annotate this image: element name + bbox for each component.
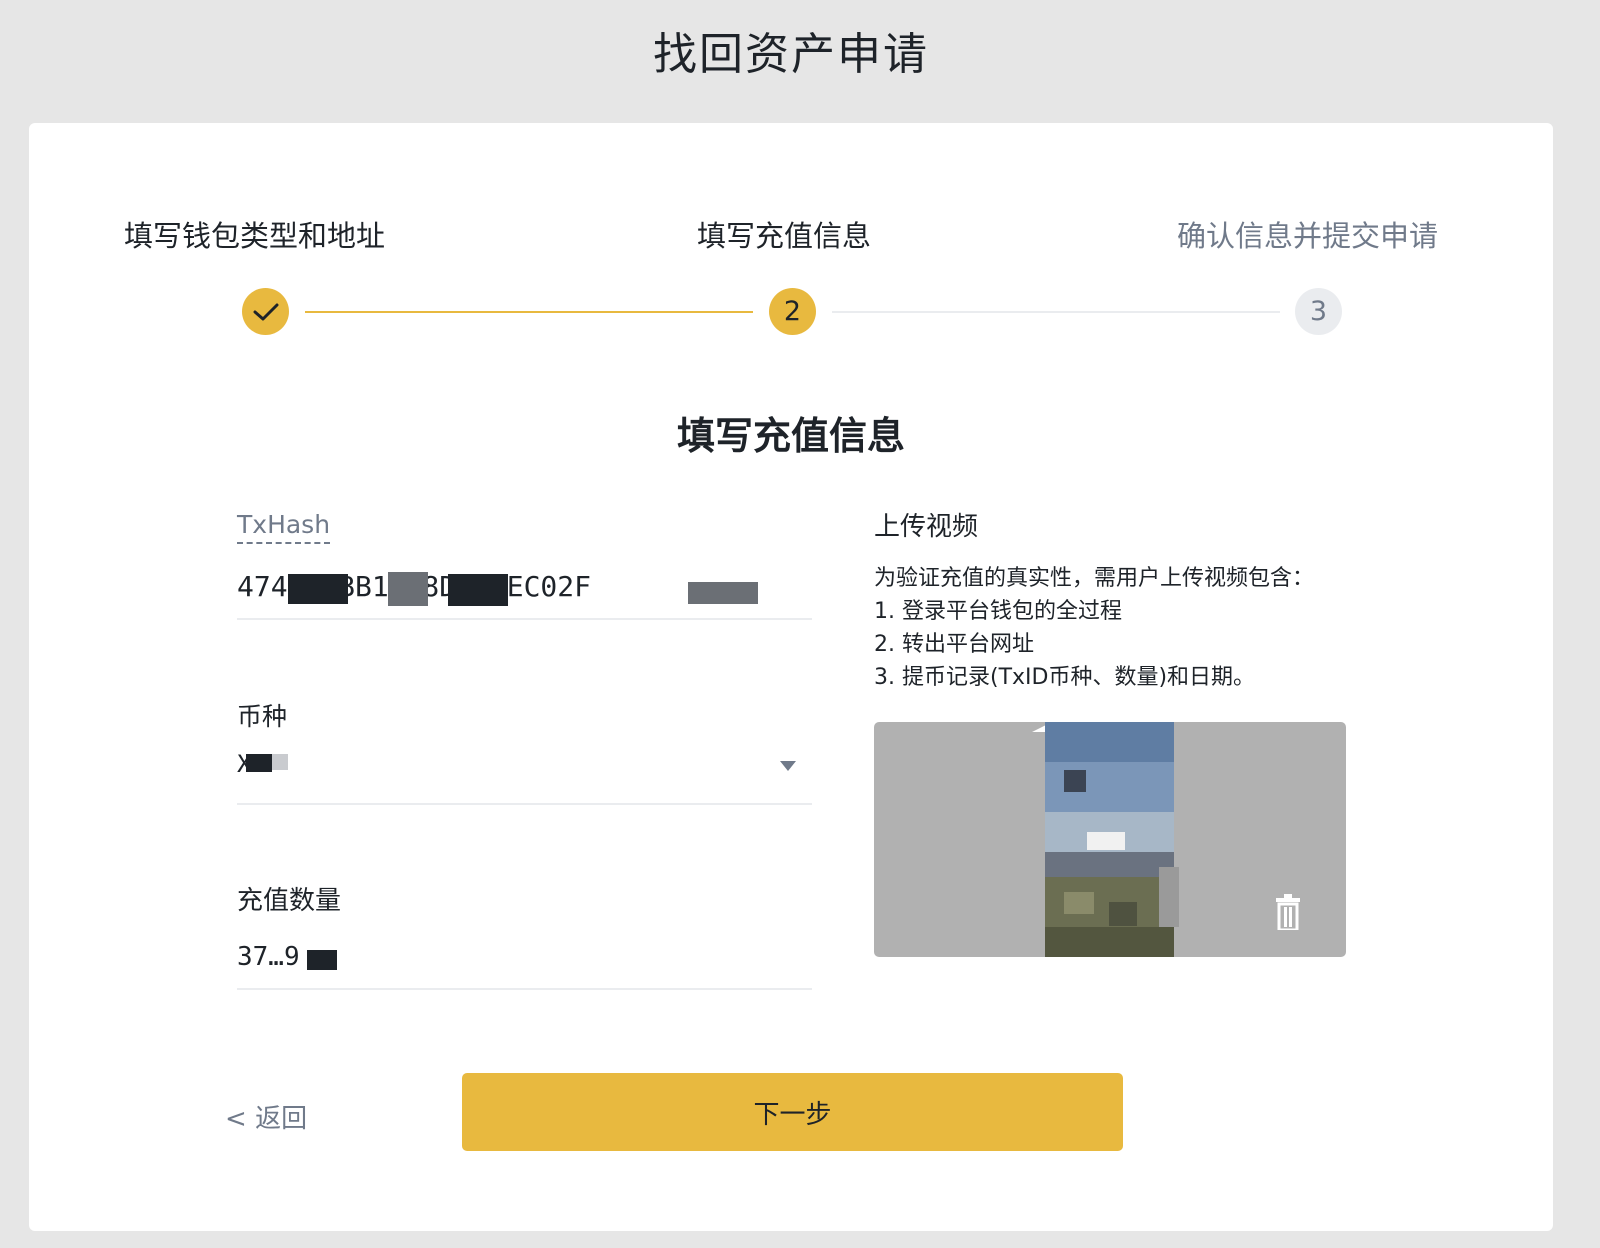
- section-title: 填写充值信息: [676, 414, 905, 458]
- amount-label: 充值数量: [237, 886, 342, 916]
- redaction-block: [448, 574, 508, 606]
- caret-down-icon[interactable]: [779, 760, 797, 772]
- redaction-block: [272, 754, 288, 770]
- redaction-block: [388, 572, 428, 606]
- coin-underline: [237, 803, 812, 805]
- trash-icon[interactable]: [1276, 894, 1300, 930]
- upload-video-title: 上传视频: [874, 512, 979, 542]
- step-3-label: 确认信息并提交申请: [1177, 219, 1439, 253]
- txhash-underline: [237, 618, 812, 620]
- page-title: 找回资产申请: [653, 29, 929, 80]
- back-label: 返回: [255, 1104, 308, 1134]
- txhash-label: TxHash: [237, 510, 331, 544]
- step-2-marker: 2: [769, 288, 816, 335]
- chevron-left-icon: <: [225, 1104, 256, 1134]
- step-connector-2: [832, 311, 1280, 313]
- redaction-block: [688, 582, 758, 604]
- step-2-label: 填写充值信息: [697, 219, 872, 253]
- check-icon: [253, 303, 278, 320]
- back-link[interactable]: < 返回: [225, 1098, 307, 1135]
- step-connector-1: [305, 311, 753, 313]
- redaction-block: [288, 574, 348, 604]
- next-step-button[interactable]: 下一步: [462, 1073, 1123, 1151]
- coin-select[interactable]: XRP: [237, 750, 757, 786]
- step-1-done-marker: [242, 288, 289, 335]
- amount-underline: [237, 988, 812, 990]
- upload-instruction-2: 2. 转出平台网址: [874, 632, 1034, 657]
- step-1-label: 填写钱包类型和地址: [124, 219, 386, 253]
- uploaded-video-preview[interactable]: [874, 722, 1346, 957]
- redaction-block: [307, 950, 337, 970]
- redaction-block: [246, 754, 272, 772]
- step-3-marker: 3: [1295, 288, 1342, 335]
- upload-instruction-3: 3. 提币记录(TxID币种、数量)和日期。: [874, 665, 1256, 690]
- upload-instruction-1: 1. 登录平台钱包的全过程: [874, 599, 1122, 624]
- upload-instruction-intro: 为验证充值的真实性，需用户上传视频包含：: [874, 566, 1315, 591]
- coin-label: 币种: [237, 702, 288, 731]
